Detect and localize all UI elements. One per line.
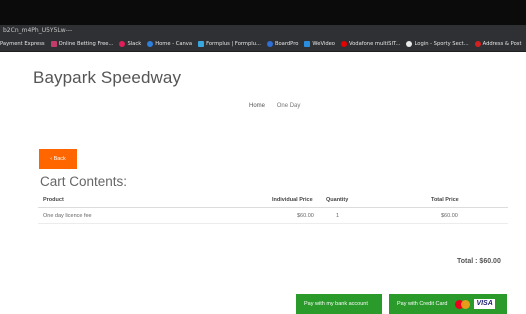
column-header-product: Product <box>43 197 64 203</box>
breadcrumb-current: One Day <box>276 103 301 109</box>
bookmark-label: WeVideo <box>312 41 335 47</box>
bookmark-label: Formplus | Formplu... <box>206 41 261 47</box>
bookmark-label: Slack <box>127 41 142 47</box>
site-title: Baypark Speedway <box>33 68 182 87</box>
breadcrumb: Home One Day <box>249 103 300 109</box>
bookmark-label: Login - Sporty Sect... <box>414 41 469 47</box>
browser-titlebar <box>0 0 526 25</box>
sporty-icon <box>406 41 413 47</box>
mastercard-icon <box>455 299 471 309</box>
bookmark-address-post[interactable]: Address & Post <box>474 41 522 47</box>
cart-heading: Cart Contents: <box>40 174 128 189</box>
bookmark-label: BoardPro <box>274 41 299 47</box>
visa-icon: VISA <box>474 299 495 309</box>
table-row-divider <box>38 223 508 224</box>
bookmark-payment-express[interactable]: Payment Express <box>0 41 45 47</box>
cell-quantity: 1 <box>336 213 340 219</box>
cell-individual-price: $60.00 <box>297 213 314 219</box>
bookmark-label: Payment Express <box>0 41 45 47</box>
bookmark-sporty[interactable]: Login - Sporty Sect... <box>406 41 469 47</box>
cell-product: One day licence fee <box>43 213 92 219</box>
bookmark-vodafone[interactable]: Vodafone multiSIT... <box>340 41 401 47</box>
bookmark-wevideo[interactable]: WeVideo <box>304 41 335 47</box>
table-header-divider <box>38 207 508 208</box>
bookmark-boardpro[interactable]: BoardPro <box>266 41 299 47</box>
column-header-quantity: Quantity <box>326 197 349 203</box>
breadcrumb-home[interactable]: Home <box>249 103 265 109</box>
address-icon <box>474 41 481 47</box>
address-bar[interactable]: b2Cn_m4Ph_U5Y5Lw--- <box>0 25 526 37</box>
formplus-icon <box>198 41 205 47</box>
pay-with-credit-card-button[interactable]: Pay with Credit Card VISA <box>389 294 507 314</box>
column-header-total-price: Total Price <box>431 197 459 203</box>
bookmark-label: Home - Canva <box>155 41 193 47</box>
bookmark-canva[interactable]: Home - Canva <box>147 41 192 47</box>
pay-with-bank-button[interactable]: Pay with my bank account <box>296 294 382 314</box>
column-header-individual-price: Individual Price <box>272 197 313 203</box>
wevideo-icon <box>304 41 311 47</box>
bookmark-formplus[interactable]: Formplus | Formplu... <box>198 41 261 47</box>
cell-total-price: $60.00 <box>441 213 458 219</box>
address-bar-text: b2Cn_m4Ph_U5Y5Lw--- <box>3 27 73 34</box>
bookmark-label: Online Betting Free... <box>58 41 114 47</box>
bookmark-slack[interactable]: Slack <box>119 41 141 47</box>
back-button[interactable]: ‹ Back <box>39 149 77 169</box>
boardpro-icon <box>266 41 273 47</box>
betting-icon <box>50 41 57 47</box>
bookmark-label: Address & Post <box>482 41 522 47</box>
bookmark-label: Vodafone multiSIT... <box>348 41 401 47</box>
canva-icon <box>147 41 154 47</box>
pay-card-label: Pay with Credit Card <box>397 301 448 307</box>
cart-total: Total : $60.00 <box>457 258 501 265</box>
bookmarks-bar: Payment Express Online Betting Free... S… <box>0 37 526 52</box>
pay-bank-label: Pay with my bank account <box>304 301 368 307</box>
vodafone-icon <box>340 41 347 47</box>
bookmark-online-betting[interactable]: Online Betting Free... <box>50 41 114 47</box>
slack-icon <box>119 41 126 47</box>
